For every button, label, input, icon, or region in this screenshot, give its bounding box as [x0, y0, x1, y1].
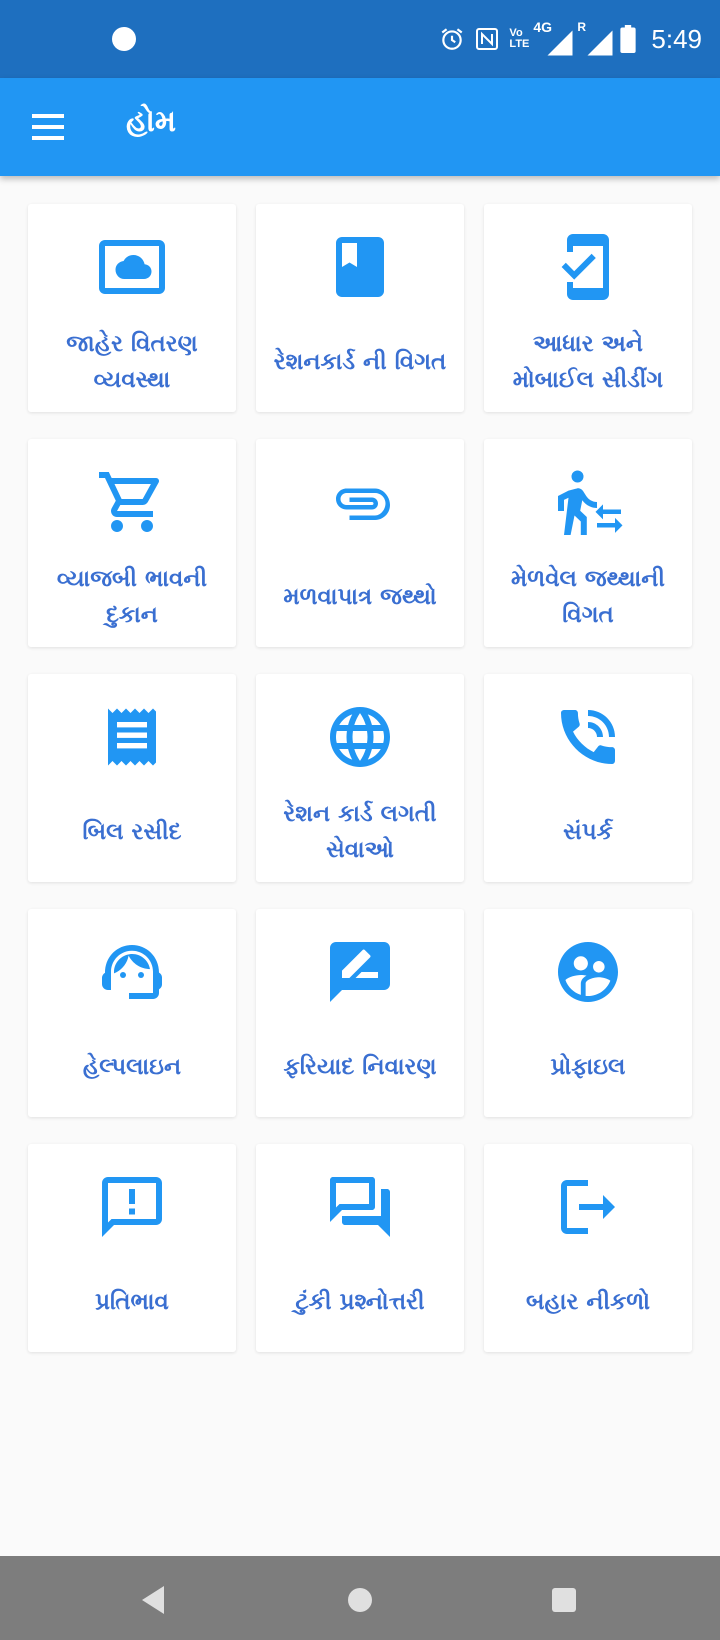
tile-label: રેશન કાર્ડ લગતી સેવાઓ — [283, 801, 437, 863]
shopping-cart-icon — [28, 459, 236, 545]
tile-aadhaar-mobile-seeding[interactable]: આધાર અને મોબાઈલ સીડીંગ — [484, 204, 692, 412]
tile-label: હેલ્પલાઇન — [82, 1054, 182, 1080]
tile-label: પ્રોફાઇલ — [550, 1054, 626, 1080]
nfc-icon — [476, 28, 499, 50]
tile-bill-receipt[interactable]: બિલ રસીદ — [28, 674, 236, 882]
back-triangle-icon[interactable] — [134, 1580, 174, 1620]
tile-received-quantity-details[interactable]: મેળવેલ જથ્થાની વિગત — [484, 439, 692, 647]
person-transfer-icon — [484, 459, 692, 545]
tile-label: જાહેર વિતરણ વ્યવસ્થા — [66, 331, 198, 393]
status-icons: Vo LTE 4G R 5:49 — [439, 20, 702, 58]
phone-check-icon — [484, 224, 692, 310]
tile-eligible-quantity[interactable]: મળવાપાત્ર જથ્થો — [256, 439, 464, 647]
phone-call-icon — [484, 694, 692, 780]
clock: 5:49 — [651, 23, 702, 54]
tile-label: મેળવેલ જથ્થાની વિગત — [511, 566, 665, 628]
page-title: હોમ — [126, 104, 177, 139]
tile-label: બહાર નીકળો — [526, 1289, 650, 1315]
tile-label: આધાર અને મોબાઈલ સીડીંગ — [512, 331, 664, 393]
profile-people-icon — [484, 929, 692, 1015]
tile-ration-card-details[interactable]: રેશનકાર્ડ ની વિગત — [256, 204, 464, 412]
home-circle-icon[interactable] — [340, 1580, 380, 1620]
system-nav-bar — [0, 1556, 720, 1640]
tile-label: સંપર્ક — [563, 819, 613, 845]
signal-roaming-icon — [587, 30, 613, 56]
book-bookmark-icon — [256, 224, 464, 310]
feedback-alert-icon — [28, 1164, 236, 1250]
tile-exit[interactable]: બહાર નીકળો — [484, 1144, 692, 1352]
alarm-icon — [442, 28, 463, 50]
signal-4g: 4G — [533, 20, 573, 56]
status-bar: Vo LTE 4G R 5:49 — [0, 0, 720, 78]
tile-helpline[interactable]: હેલ્પલાઇન — [28, 909, 236, 1117]
signal-roaming: R — [577, 21, 613, 56]
feedback-edit-icon — [256, 929, 464, 1015]
recents-square-icon[interactable] — [544, 1580, 584, 1620]
tile-contact[interactable]: સંપર્ક — [484, 674, 692, 882]
globe-icon — [256, 694, 464, 780]
volte-bottom-label: LTE — [509, 38, 530, 50]
tile-label: ફરિયાદ નિવારણ — [283, 1054, 437, 1080]
tile-fair-price-shop[interactable]: વ્યાજબી ભાવની દુકાન — [28, 439, 236, 647]
tile-label: રેશનકાર્ડ ની વિગત — [273, 349, 447, 375]
signal-icon — [547, 30, 573, 56]
receipt-icon — [28, 694, 236, 780]
volte-indicator: Vo LTE — [509, 28, 529, 50]
tile-ration-card-services[interactable]: રેશન કાર્ડ લગતી સેવાઓ — [256, 674, 464, 882]
forum-chat-icon — [256, 1164, 464, 1250]
tile-profile[interactable]: પ્રોફાઇલ — [484, 909, 692, 1117]
exit-logout-icon — [484, 1164, 692, 1250]
tile-grievance-redressal[interactable]: ફરિયાદ નિવારણ — [256, 909, 464, 1117]
paperclip-icon — [256, 459, 464, 545]
tile-feedback[interactable]: પ્રતિભાવ — [28, 1144, 236, 1352]
headset-agent-icon — [28, 929, 236, 1015]
tile-label: ટુંકી પ્રશ્નોત્તરી — [295, 1289, 425, 1315]
cloud-screen-icon — [28, 224, 236, 310]
tile-label: વ્યાજબી ભાવની દુકાન — [56, 566, 208, 628]
battery-icon — [620, 25, 637, 53]
tile-label: મળવાપાત્ર જથ્થો — [283, 584, 437, 610]
tile-public-distribution[interactable]: જાહેર વિતરણ વ્યવસ્થા — [28, 204, 236, 412]
menu-grid: જાહેર વિતરણ વ્યવસ્થા રેશનકાર્ડ ની વિગત આ… — [28, 204, 692, 1352]
hamburger-menu-icon[interactable] — [28, 108, 70, 146]
tile-faq[interactable]: ટુંકી પ્રશ્નોત્તરી — [256, 1144, 464, 1352]
tile-label: પ્રતિભાવ — [95, 1289, 169, 1315]
notification-dot-icon — [112, 27, 136, 51]
app-bar: હોમ — [0, 78, 720, 176]
tile-label: બિલ રસીદ — [82, 819, 182, 845]
